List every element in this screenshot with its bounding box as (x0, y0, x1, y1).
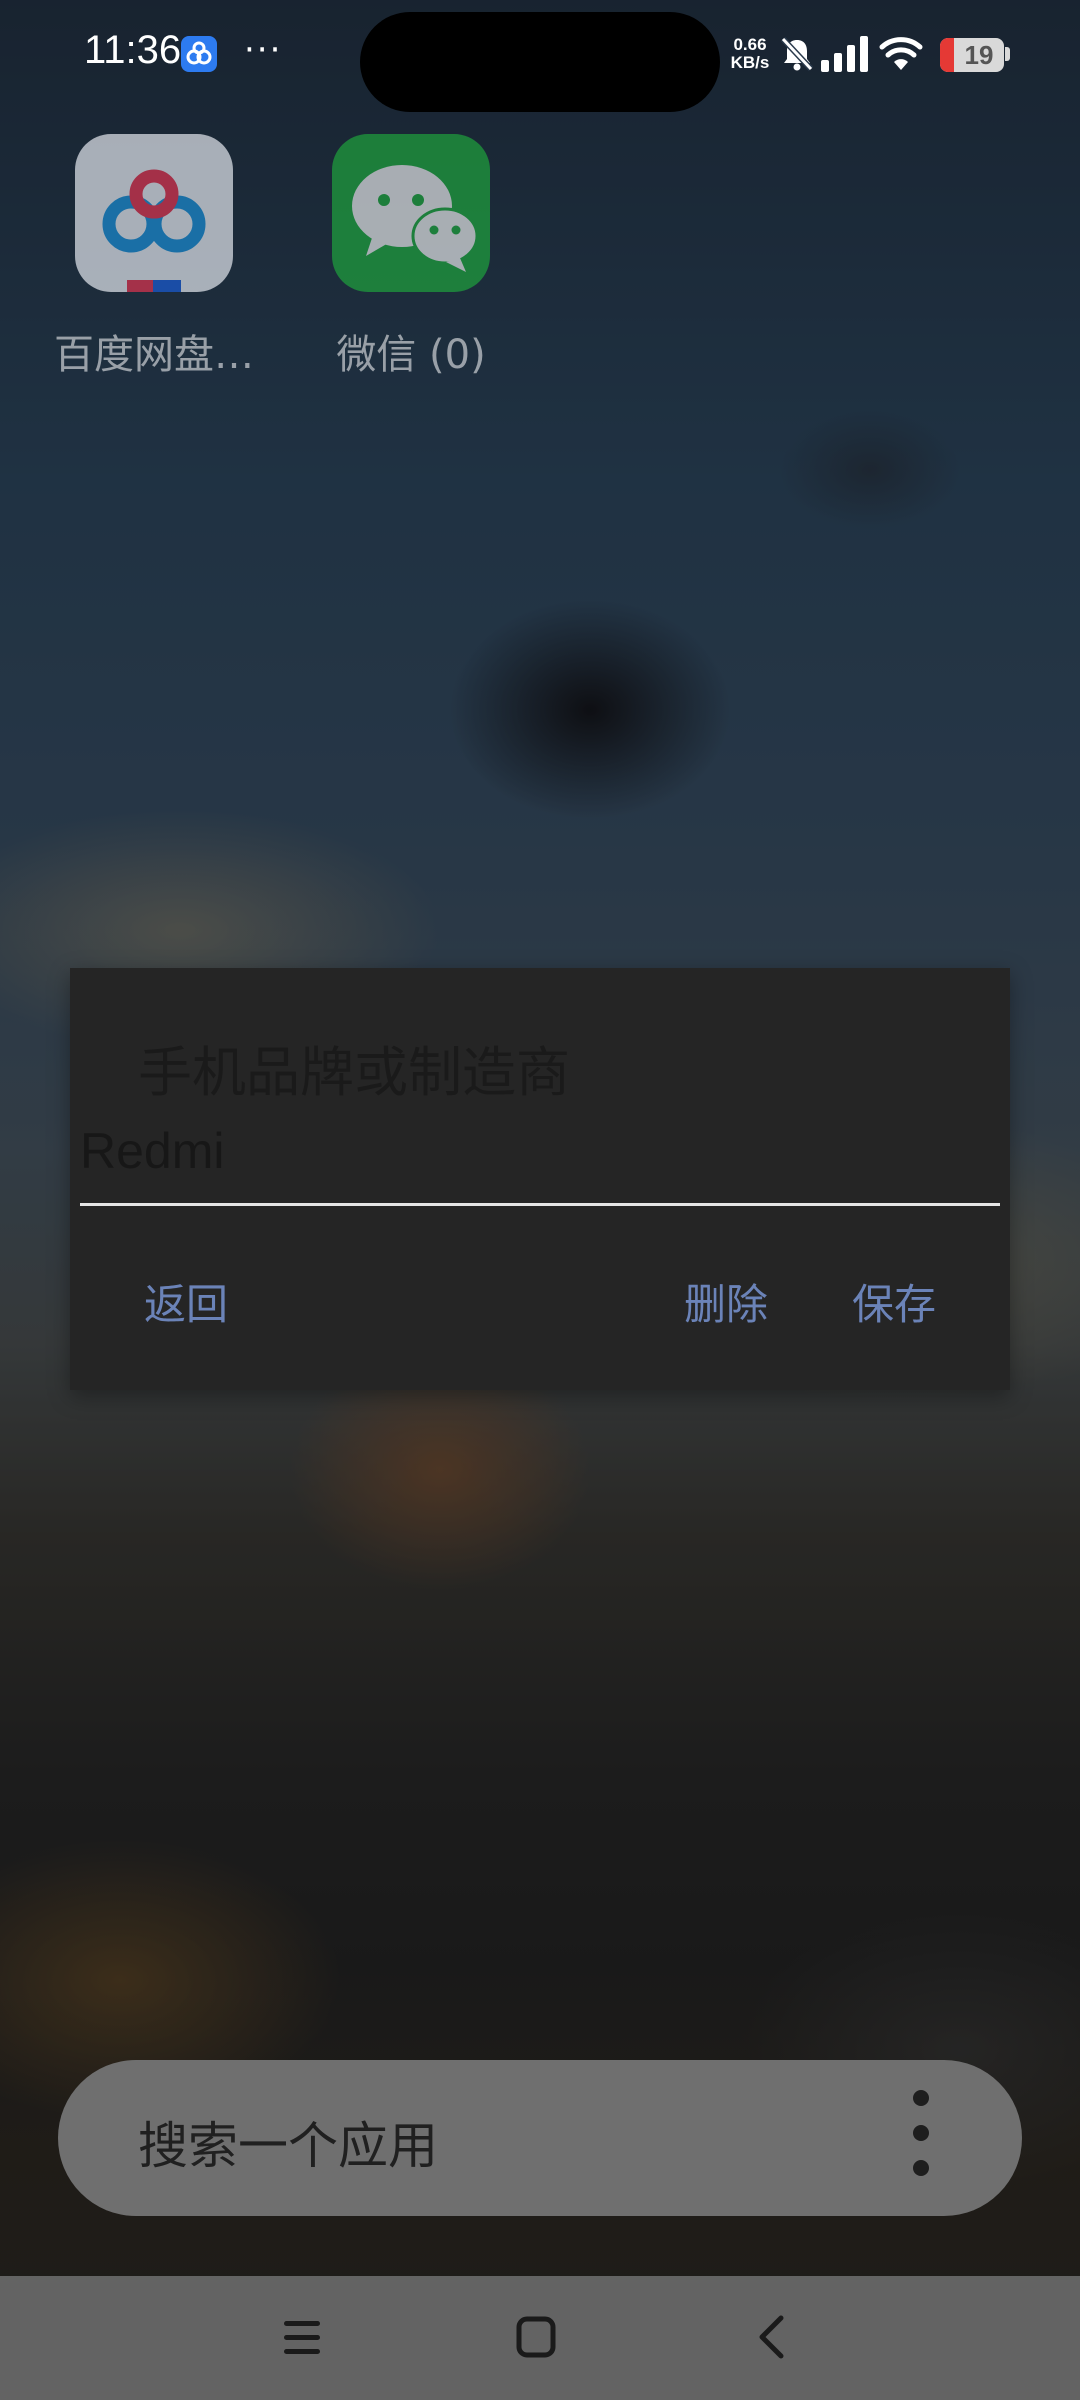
delete-button[interactable]: 删除 (684, 1280, 768, 1330)
wechat-icon (332, 134, 490, 292)
app-baidu-netdisk[interactable]: 百度网盘… (54, 134, 254, 380)
battery-fill (940, 38, 954, 72)
app-wechat[interactable]: 微信 (0) (311, 134, 511, 380)
more-notifications-indicator: ··· (244, 30, 283, 70)
app-label: 微信 (0) (336, 332, 486, 378)
battery-level: 19 (964, 40, 994, 70)
brand-dialog: 手机品牌或制造商 Redmi 返回 删除 保存 (70, 968, 1010, 1390)
baidu-netdisk-icon (75, 134, 233, 292)
net-speed-value: 0.66 (733, 35, 767, 54)
input-underline (80, 1203, 1000, 1206)
home-icon[interactable] (477, 2276, 597, 2400)
status-time: 11:36 (84, 28, 182, 72)
silent-bell-icon (780, 36, 814, 76)
back-button[interactable]: 返回 (144, 1280, 228, 1330)
back-icon[interactable] (711, 2276, 831, 2400)
navigation-bar (0, 2276, 1080, 2400)
more-vertical-icon[interactable] (906, 2090, 936, 2190)
net-speed: 0.66 KB/s (722, 36, 778, 72)
wifi-icon (879, 36, 923, 76)
app-search-bar[interactable]: 搜索一个应用 (58, 2060, 1022, 2216)
baidu-netdisk-notification-icon (181, 36, 217, 72)
signal-icon (821, 36, 869, 76)
battery-tip (1005, 47, 1010, 61)
status-bar: 11:36 ··· 0.66 KB/s 19 (0, 0, 1080, 112)
search-placeholder: 搜索一个应用 (138, 2117, 438, 2175)
net-speed-unit: KB/s (730, 53, 770, 72)
app-label: 百度网盘… (54, 332, 254, 378)
dialog-title: 手机品牌或制造商 (138, 1041, 570, 1104)
save-button[interactable]: 保存 (852, 1280, 936, 1330)
menu-icon[interactable] (242, 2276, 362, 2400)
camera-cutout (360, 12, 720, 112)
brand-input[interactable]: Redmi (80, 1126, 1000, 1176)
battery-icon: 19 (940, 38, 1004, 72)
